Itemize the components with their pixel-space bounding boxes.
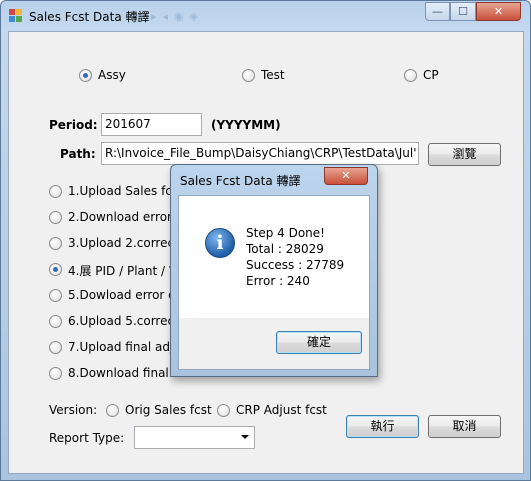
segment-assy-radio[interactable] (79, 69, 92, 82)
segment-cp-radio[interactable] (404, 69, 417, 82)
dialog-title: Sales Fcst Data 轉譯 (180, 174, 301, 188)
version-orig-radio[interactable] (106, 404, 119, 417)
info-icon: i (205, 228, 235, 258)
step-6-label[interactable]: 6.Upload 5.correcte (68, 314, 186, 328)
period-label: Period: (49, 118, 98, 132)
version-crp-radio[interactable] (217, 404, 230, 417)
ghost-toolbar-icons: ▸◂◉◈ (151, 10, 205, 23)
dialog-message-line-2: Total : 28029 (246, 242, 324, 256)
version-crp-label[interactable]: CRP Adjust fcst (236, 403, 327, 417)
step-8-label[interactable]: 8.Download final re (68, 366, 185, 380)
run-button[interactable]: 執行 (346, 415, 419, 438)
dialog-ok-button[interactable]: 確定 (276, 331, 362, 354)
report-type-label: Report Type: (49, 431, 125, 445)
step-7-radio[interactable] (49, 341, 62, 354)
step-4-label[interactable]: 4.展 PID / Plant / W (68, 262, 181, 279)
step-2-radio[interactable] (49, 211, 62, 224)
version-label: Version: (49, 403, 98, 417)
step-5-radio[interactable] (49, 289, 62, 302)
window-title: Sales Fcst Data 轉譯 (29, 10, 150, 24)
step-4-radio[interactable] (49, 263, 62, 276)
step-1-radio[interactable] (49, 185, 62, 198)
period-input[interactable]: 201607 (101, 113, 202, 136)
segment-test-radio[interactable] (242, 69, 255, 82)
step-3-radio[interactable] (49, 237, 62, 250)
step-5-label[interactable]: 5.Dowload error da (68, 288, 183, 302)
segment-assy-label[interactable]: Assy (98, 68, 126, 82)
step-3-label[interactable]: 3.Upload 2.correcte (68, 236, 186, 250)
cancel-button[interactable]: 取消 (428, 415, 501, 438)
dialog-message-line-4: Error : 240 (246, 274, 310, 288)
minimize-button[interactable]: — (425, 2, 450, 21)
dialog-close-button[interactable]: ✕ (324, 167, 368, 185)
title-bar[interactable]: Sales Fcst Data 轉譯 ▸◂◉◈ — ☐ ✕ (1, 1, 530, 31)
period-format-hint: (YYYYMM) (211, 118, 281, 132)
path-label: Path: (60, 147, 96, 161)
dialog-message-line-1: Step 4 Done! (246, 226, 325, 240)
app-icon (9, 9, 22, 22)
path-input[interactable]: R:\Invoice_File_Bump\DaisyChiang\CRP\Tes… (101, 142, 419, 165)
version-orig-label[interactable]: Orig Sales fcst (125, 403, 212, 417)
chevron-down-icon[interactable] (241, 435, 249, 439)
dialog-message-area: i Step 4 Done! Total : 28029 Success : 2… (179, 196, 369, 318)
browse-button[interactable]: 瀏覽 (428, 143, 501, 166)
close-button[interactable]: ✕ (476, 2, 521, 21)
segment-cp-label[interactable]: CP (423, 68, 439, 82)
report-type-dropdown[interactable] (134, 426, 255, 449)
dialog-message-line-3: Success : 27789 (246, 258, 345, 272)
step-6-radio[interactable] (49, 315, 62, 328)
dialog-body: i Step 4 Done! Total : 28029 Success : 2… (178, 195, 370, 370)
maximize-button[interactable]: ☐ (450, 2, 476, 21)
segment-test-label[interactable]: Test (261, 68, 285, 82)
step-1-label[interactable]: 1.Upload Sales fcst (68, 184, 183, 198)
step-2-label[interactable]: 2.Download error d (68, 210, 183, 224)
step-8-radio[interactable] (49, 367, 62, 380)
message-dialog: Sales Fcst Data 轉譯 ✕ i Step 4 Done! Tota… (170, 164, 378, 377)
